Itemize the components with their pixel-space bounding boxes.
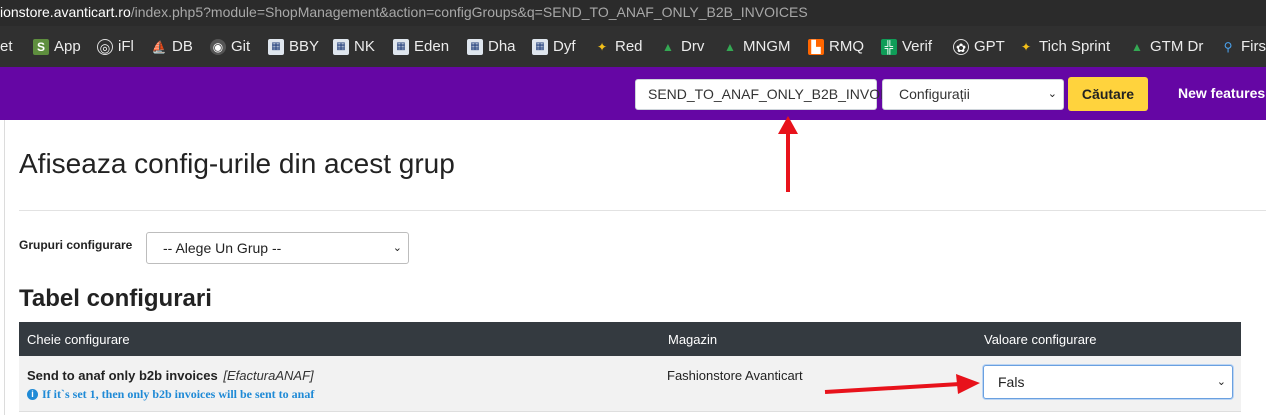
pin-icon: ⚲ — [1223, 40, 1233, 54]
config-hint-text: If it`s set 1, then only b2b invoices wi… — [42, 387, 315, 401]
octopus-icon: ✦ — [1020, 40, 1032, 54]
bookmark-label: Drv — [681, 38, 705, 55]
bookmark-red[interactable]: ✦ Red — [594, 37, 643, 57]
search-type-select[interactable]: Configurații ⌄ — [882, 79, 1064, 110]
info-icon: i — [27, 389, 38, 400]
bookmark-label: Dha — [488, 38, 516, 55]
iflow-icon: ◎ — [97, 39, 113, 55]
bookmark-dyf[interactable]: ▦ Dyf — [532, 37, 576, 57]
divider — [19, 210, 1266, 211]
bookmark-nk[interactable]: ▦ NK — [333, 37, 375, 57]
bookmark-label: iFl — [118, 38, 134, 55]
bookmark-label: GTM Dr — [1150, 38, 1204, 55]
bookmarks-bar: et S App ◎ iFl ⛵ DB ◉ Git ▦ BBY ▦ NK ▦ Eden ▦ Dh… — [0, 26, 1266, 67]
shopify-icon: S — [33, 39, 49, 55]
bookmark-rmq[interactable]: ▙ RMQ — [808, 37, 864, 57]
bookmark-bby[interactable]: ▦ BBY — [268, 37, 319, 57]
bookmark-label: Red — [615, 38, 643, 55]
chevron-down-icon: ⌄ — [1047, 88, 1057, 100]
bookmark-label: GPT — [974, 38, 1005, 55]
drive-icon: ▲ — [1131, 40, 1143, 54]
config-key: Send to anaf only b2b invoices [Efactura… — [27, 368, 314, 383]
new-features-link[interactable]: New features — [1178, 85, 1265, 101]
bookmark-app[interactable]: S App — [33, 37, 81, 57]
bookmark-label: Firs — [1241, 38, 1266, 55]
bookmark-label: App — [54, 38, 81, 55]
group-select-value: -- Alege Un Grup -- — [163, 240, 282, 256]
octopus-icon: ✦ — [596, 40, 608, 54]
sheets-icon: ╬ — [881, 39, 897, 55]
bookmark-label: Git — [231, 38, 251, 55]
bookmark-label: RMQ — [829, 38, 864, 55]
bookmark-drv[interactable]: ▲ Drv — [660, 37, 704, 57]
bookmark-label: et — [0, 38, 13, 55]
config-key-code: [EfacturaANAF] — [223, 368, 314, 383]
bookmark-gtm-dr[interactable]: ▲ GTM Dr — [1129, 37, 1203, 57]
bookmark-firs[interactable]: ⚲ Firs — [1220, 37, 1266, 57]
top-navbar: SEND_TO_ANAF_ONLY_B2B_INVOIC Configurați… — [0, 67, 1266, 120]
drive-icon: ▲ — [724, 40, 736, 54]
monitor-icon: ▦ — [393, 39, 409, 55]
shop-name: Fashionstore Avanticart — [667, 368, 803, 383]
config-value: Fals — [998, 374, 1025, 390]
bookmark-eden[interactable]: ▦ Eden — [393, 37, 449, 57]
group-select[interactable]: -- Alege Un Grup -- ⌄ — [146, 232, 409, 264]
bookmark-dha[interactable]: ▦ Dha — [467, 37, 516, 57]
bookmark-et[interactable]: et — [0, 37, 13, 57]
bookmark-label: Dyf — [553, 38, 576, 55]
bookmark-db[interactable]: ⛵ DB — [151, 37, 193, 57]
table-header: Cheie configurare Magazin Valoare config… — [19, 322, 1241, 356]
url-host: ionstore.avanticart.ro — [0, 4, 131, 20]
rabbitmq-icon: ▙ — [808, 39, 824, 55]
bookmark-label: NK — [354, 38, 375, 55]
chevron-down-icon: ⌄ — [1216, 376, 1226, 388]
bookmark-ifl[interactable]: ◎ iFl — [97, 37, 134, 57]
page-title: Afiseaza config-urile din acest grup — [19, 148, 455, 179]
monitor-icon: ▦ — [532, 39, 548, 55]
monitor-icon: ▦ — [333, 39, 349, 55]
header-config-value: Valoare configurare — [984, 332, 1097, 347]
bookmark-gpt[interactable]: ✿ GPT — [953, 37, 1005, 57]
address-bar[interactable]: ionstore.avanticart.ro/index.php5?module… — [0, 0, 1266, 26]
header-config-key: Cheie configurare — [27, 332, 130, 347]
arrow-to-search — [778, 116, 798, 192]
bookmark-label: MNGM — [743, 38, 791, 55]
config-value-select[interactable]: Fals ⌄ — [983, 365, 1233, 399]
config-hint: i If it`s set 1, then only b2b invoices … — [27, 387, 314, 402]
bookmark-label: BBY — [289, 38, 320, 55]
table-title: Tabel configurari — [19, 285, 212, 312]
chevron-down-icon: ⌄ — [392, 242, 402, 254]
header-shop: Magazin — [668, 332, 718, 347]
monitor-icon: ▦ — [268, 39, 284, 55]
table-row: Send to anaf only b2b invoices [Efactura… — [19, 356, 1241, 412]
bookmark-label: Tich Sprint — [1039, 38, 1111, 55]
bookmark-label: Eden — [414, 38, 450, 55]
search-type-value: Configurații — [899, 86, 970, 102]
bookmark-tich-sprint[interactable]: ✦ Tich Sprint — [1018, 37, 1110, 57]
search-button[interactable]: Căutare — [1068, 77, 1148, 111]
url-path: /index.php5?module=ShopManagement&action… — [130, 4, 808, 20]
config-key-name: Send to anaf only b2b invoices — [27, 368, 218, 383]
bookmark-label: Verif — [902, 38, 933, 55]
monitor-icon: ▦ — [467, 39, 483, 55]
bookmark-label: DB — [172, 38, 193, 55]
bookmark-mngm[interactable]: ▲ MNGM — [722, 37, 791, 57]
bookmark-git[interactable]: ◉ Git — [210, 37, 250, 57]
db-icon: ⛵ — [151, 40, 167, 54]
search-input[interactable]: SEND_TO_ANAF_ONLY_B2B_INVOIC — [635, 79, 894, 110]
group-label: Grupuri configurare — [19, 238, 133, 252]
github-icon: ◉ — [210, 39, 226, 55]
content-border — [4, 120, 5, 415]
openai-icon: ✿ — [953, 39, 969, 55]
drive-icon: ▲ — [662, 40, 674, 54]
bookmark-verif[interactable]: ╬ Verif — [881, 37, 932, 57]
